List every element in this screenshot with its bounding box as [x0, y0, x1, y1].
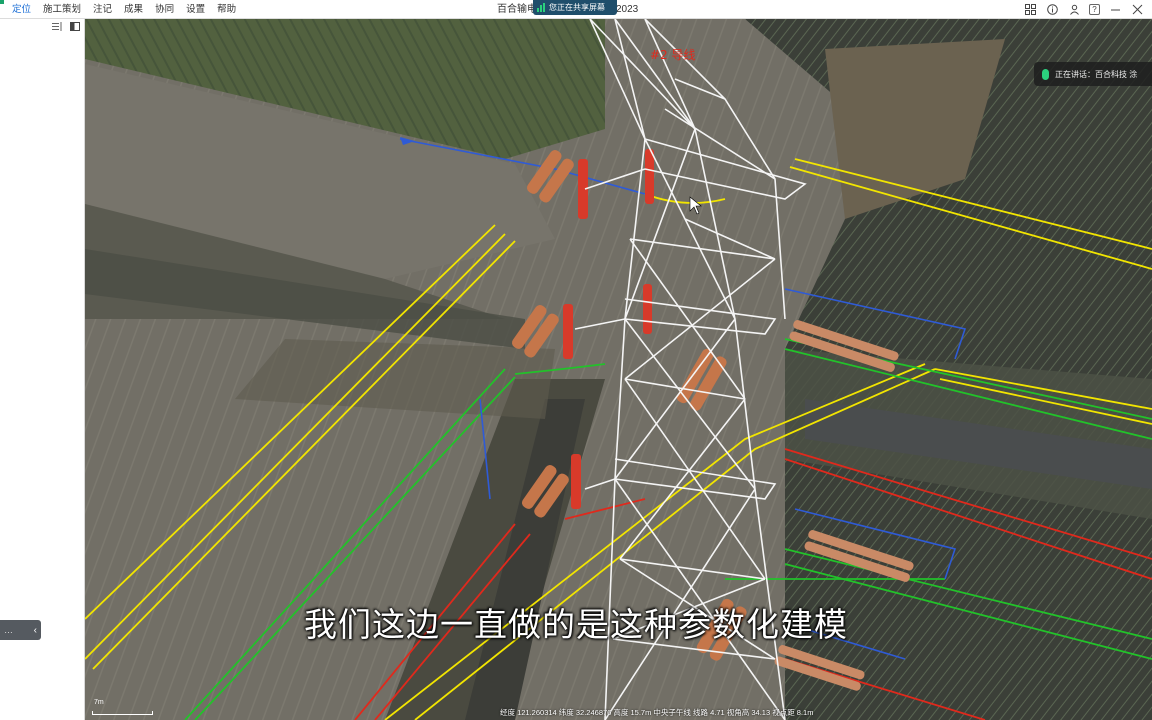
grid-icon[interactable]	[1023, 3, 1037, 17]
app-title: 百合输电	[497, 4, 537, 15]
menu-item-locate[interactable]: 定位	[6, 0, 37, 19]
video-subtitle: 我们这边一直做的是这种参数化建模	[304, 605, 848, 644]
panel-toggle-icon[interactable]	[70, 22, 80, 33]
help-icon[interactable]: ?	[1089, 4, 1100, 15]
speaker-indicator: 正在讲话：百合科技 涂	[1034, 62, 1152, 86]
menu-bar: 定位 施工策划 注记 成果 协同 设置 帮助 百合输电 2023 您正在共享屏幕…	[0, 0, 1152, 19]
close-icon[interactable]	[1130, 3, 1144, 17]
user-icon[interactable]	[1067, 3, 1081, 17]
main-menu: 定位 施工策划 注记 成果 协同 设置 帮助	[0, 0, 242, 19]
window-controls: ?	[1023, 0, 1144, 19]
info-icon[interactable]	[1045, 3, 1059, 17]
screen-share-text: 您正在共享屏幕	[549, 3, 605, 12]
menu-item-collaboration[interactable]: 协同	[149, 0, 180, 19]
scale-bar	[92, 711, 153, 715]
minimize-icon[interactable]	[1108, 3, 1122, 17]
menu-item-settings[interactable]: 设置	[180, 0, 211, 19]
app-title-year: 2023	[616, 4, 639, 15]
menu-item-help[interactable]: 帮助	[211, 0, 242, 19]
coordinate-status-bar: 经度 121.260314 纬度 32.246876 高度 15.7m 中央子午…	[500, 708, 814, 717]
menu-item-annotation[interactable]: 注记	[87, 0, 118, 19]
list-settings-icon[interactable]	[52, 22, 62, 33]
microphone-icon	[1042, 68, 1049, 80]
menu-item-results[interactable]: 成果	[118, 0, 149, 19]
app-accent	[0, 0, 4, 4]
screen-share-banner[interactable]: 您正在共享屏幕	[533, 0, 617, 15]
menu-item-construction-plan[interactable]: 施工策划	[37, 0, 87, 19]
speaker-text: 正在讲话：百合科技 涂	[1055, 69, 1138, 79]
panel-tools	[52, 22, 80, 33]
signal-bars-icon	[537, 3, 545, 12]
scale-label: 7m	[94, 699, 104, 706]
tower-label: #2 导线	[650, 48, 696, 62]
